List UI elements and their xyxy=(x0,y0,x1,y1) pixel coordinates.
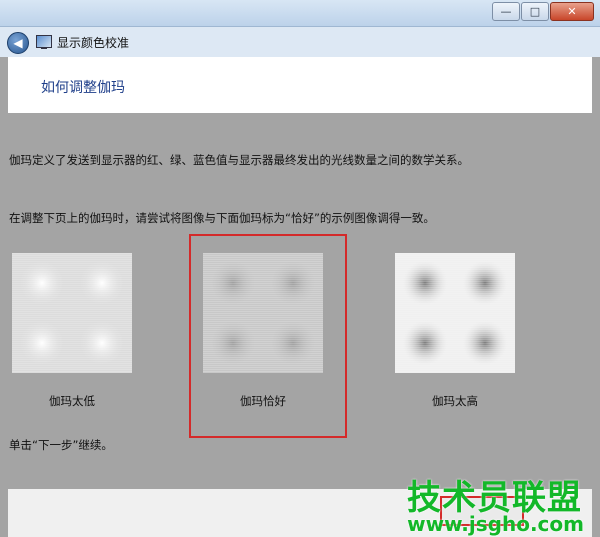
description-text: 伽玛定义了发送到显示器的红、绿、蓝色值与显示器最终发出的光线数量之间的数学关系。 xyxy=(9,153,469,167)
calibration-window: — □ ✕ ◀ 显示颜色校准 如何调整伽玛 伽玛定义了发送到显示器的红、绿、蓝色… xyxy=(0,0,600,537)
header-panel: 如何调整伽玛 xyxy=(8,57,592,113)
gamma-too-low-label: 伽玛太低 xyxy=(49,394,95,408)
watermark-url: www.jsgho.com xyxy=(407,512,584,536)
gamma-too-high-label: 伽玛太高 xyxy=(432,394,478,408)
gamma-too-low-sample xyxy=(12,253,132,373)
instruction-text: 在调整下页上的伽玛时，请尝试将图像与下面伽玛标为“恰好”的示例图像调得一致。 xyxy=(9,211,435,225)
gamma-too-high-sample xyxy=(395,253,515,373)
back-arrow-icon[interactable]: ◀ xyxy=(7,32,29,54)
maximize-button[interactable]: □ xyxy=(521,2,549,21)
minimize-button[interactable]: — xyxy=(492,2,520,21)
title-bar: — □ ✕ xyxy=(0,0,600,27)
navigation-bar: ◀ 显示颜色校准 xyxy=(0,27,600,57)
continue-text: 单击“下一步”继续。 xyxy=(9,438,113,452)
window-title: 显示颜色校准 xyxy=(57,36,130,50)
highlight-box xyxy=(189,234,347,438)
window-controls: — □ ✕ xyxy=(492,2,594,21)
display-icon xyxy=(36,35,52,49)
page-heading: 如何调整伽玛 xyxy=(41,80,125,96)
close-button[interactable]: ✕ xyxy=(550,2,594,21)
